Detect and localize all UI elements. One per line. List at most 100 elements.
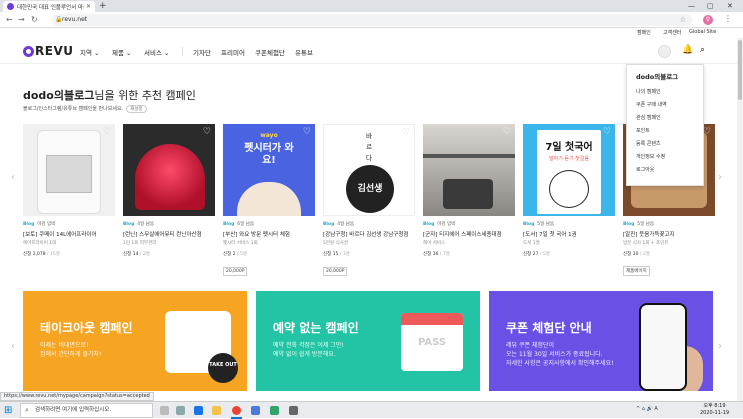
banner-prev-icon[interactable]: ‹ (11, 341, 15, 352)
heart-icon[interactable]: ♡ (703, 127, 711, 137)
search-icon[interactable]: ⌕ (700, 45, 705, 55)
tab-title: 대한민국 대표 인플루언서 마케팅... (17, 4, 84, 11)
user-avatar[interactable] (658, 45, 671, 58)
search-icon: ⌕ (25, 406, 29, 414)
menu-logout[interactable]: 로그아웃 (636, 165, 703, 178)
card-apply: 신청 2 / 5명 (223, 252, 247, 257)
edge-icon[interactable] (194, 406, 203, 415)
task-view-icon[interactable] (176, 406, 185, 415)
card-desc: 1인 1회 피부관리 (123, 241, 157, 246)
product-image: 7일 첫국어 말하기·듣기 첫걸음 ♡ (523, 124, 615, 216)
browser-tab-bar: 대한민국 대표 인플루언서 마케팅... ✕ + — ▢ ✕ (0, 0, 743, 12)
led-mask-illustration (135, 144, 205, 210)
chrome-icon[interactable] (232, 406, 241, 415)
nav-premier[interactable]: 프리미어 (221, 47, 245, 57)
bell-icon[interactable]: 🔔 (682, 45, 693, 55)
page-scrollbar-thumb[interactable] (738, 40, 742, 100)
card-apply: 신청 2,078 / 15명 (23, 252, 60, 257)
app-icon[interactable] (251, 406, 260, 415)
phone-illustration (639, 303, 687, 391)
carousel-prev-icon[interactable]: ‹ (11, 172, 15, 183)
maximize-icon[interactable]: ▢ (707, 0, 714, 12)
menu-profile-edit[interactable]: 개인정보 수정 (636, 152, 703, 165)
campaign-card[interactable]: wayo 펫시터가 와요! ♡ Blog 6일 남음 [부산] 와요 방문 펫시터… (223, 124, 315, 276)
campaign-card[interactable]: ♡ Blog 마감 임박 [보토] 쿠메이 14L에어프라이어 에어프라이어 1대… (23, 124, 115, 257)
card-desc: 헤어 서비스 (423, 241, 446, 246)
nav-coupon[interactable]: 쿠폰체험단 (255, 47, 285, 57)
windows-start-icon[interactable]: ⊞ (4, 405, 12, 416)
system-tray[interactable]: ^ ⌂ 🔊 A (636, 406, 658, 412)
file-explorer-icon[interactable] (212, 406, 221, 415)
bookmark-star-icon[interactable]: ☆ (680, 14, 686, 26)
menu-coupon-history[interactable]: 쿠폰 구매 내역 (636, 100, 703, 113)
new-tab-icon[interactable]: + (99, 0, 107, 12)
card-desc: 펫시터 서비스 1회 (223, 241, 258, 246)
card-title: [도서] 7일 첫 국어 1권 (523, 232, 577, 238)
taskbar-clock[interactable]: 오후 8:19 2020-11-19 (700, 403, 729, 417)
nav-region[interactable]: 지역 ⌄ (80, 47, 100, 57)
forward-icon[interactable]: → (18, 14, 25, 26)
app-icon[interactable] (270, 406, 279, 415)
point-tag: 제품베이지 (623, 266, 650, 276)
coupon-notice-banner[interactable]: 쿠폰 체험단 안내 레뷰 쿠폰 체험단이 오는 11월 30일 서비스가 종료됩니… (489, 291, 713, 391)
reload-icon[interactable]: ↻ (31, 14, 38, 26)
util-support-link[interactable]: 고객센터 (663, 29, 681, 36)
no-reservation-banner[interactable]: 예약 없는 캠페인 예약 전화 걱정은 이제 그만! 예약 없이 쉽게 방문해요.… (256, 291, 480, 391)
menu-my-campaign[interactable]: 나의 캠페인 (636, 87, 703, 100)
heart-icon[interactable]: ♡ (203, 127, 211, 137)
campaign-card[interactable]: 7일 첫국어 말하기·듣기 첫걸음 ♡ Blog 5일 남음 [도서] 7일 첫 … (523, 124, 615, 257)
card-desc: 에어프라이어 1대 (23, 241, 57, 246)
product-image: ♡ (23, 124, 115, 216)
card-apply: 신청 15 / 1명 (323, 252, 350, 257)
product-image: ♡ (123, 124, 215, 216)
revu-logo[interactable]: REVU (23, 44, 73, 58)
menu-contents[interactable]: 등록 콘텐츠 (636, 139, 703, 152)
banner-next-icon[interactable]: › (718, 341, 722, 352)
book-illustration: 7일 첫국어 말하기·듣기 첫걸음 (537, 130, 601, 214)
nav-product[interactable]: 제품 ⌄ (112, 47, 132, 57)
card-desc: 방문 식사 1회 + 포인트 (623, 241, 669, 246)
section-subtitle: 블로그/인스타그램/유튜브 캠페인을 만나보세요. 재설정 (23, 105, 147, 113)
product-image: wayo 펫시터가 와요! ♡ (223, 124, 315, 216)
browser-menu-icon[interactable]: ⋮ (724, 14, 732, 23)
card-title: [알진] 웃음가득꽃고지 (623, 232, 675, 238)
campaign-card[interactable]: ♡ Blog 4일 남음 [런닌] 스무살에어뮤티 런닌아산점 1인 1회 피부관… (123, 124, 215, 257)
heart-icon[interactable]: ♡ (503, 127, 511, 137)
airfryer-illustration (37, 130, 101, 214)
menu-favorites[interactable]: 관심 캠페인 (636, 113, 703, 126)
carousel-next-icon[interactable]: › (718, 172, 722, 183)
card-title: [런닌] 스무살에어뮤티 런닌아산점 (123, 232, 202, 238)
reset-chip[interactable]: 재설정 (126, 105, 147, 113)
minimize-icon[interactable]: — (688, 0, 695, 12)
heart-icon[interactable]: ♡ (402, 128, 410, 138)
card-desc: 5만원 식사권 (323, 241, 348, 246)
nav-reporters[interactable]: 기자단 (193, 47, 211, 57)
app-icon[interactable] (289, 406, 298, 415)
takeout-badge: TAKE OUT (208, 353, 238, 383)
util-campaign-link[interactable]: 캠페인 (637, 29, 651, 36)
heart-icon[interactable]: ♡ (603, 127, 611, 137)
util-global-link[interactable]: Global Site (689, 29, 716, 35)
windows-taskbar: ⊞ ⌕ 검색하려면 여기에 입력하십시오. ^ ⌂ 🔊 A 오후 8:19 20… (0, 401, 743, 419)
nav-youtube[interactable]: 유튜브 (295, 47, 313, 57)
dropdown-username: dodo의블로그 (636, 73, 679, 81)
close-window-icon[interactable]: ✕ (727, 0, 733, 12)
takeout-banner[interactable]: 테이크아웃 캠페인 이제는 비대면으로! 집에서 간단하게 즐기자! TAKE O… (23, 291, 247, 391)
back-icon[interactable]: ← (6, 14, 13, 26)
menu-points[interactable]: 포인트 (636, 126, 703, 139)
nav-service[interactable]: 서비스 ⌄ (144, 47, 169, 57)
browser-toolbar: ← → ↻ 🔒 revu.net ☆ ♀ ⋮ (0, 12, 743, 28)
revu-favicon-icon (7, 3, 14, 10)
heart-icon[interactable]: ♡ (303, 127, 311, 137)
heart-icon[interactable]: ♡ (103, 127, 111, 137)
browser-tab[interactable]: 대한민국 대표 인플루언서 마케팅... ✕ (3, 1, 95, 12)
logo-mark-icon (23, 45, 34, 57)
campaign-card[interactable]: 바르다 김선생 ♡ Blog 4일 남음 [강남구청] 바르다 김선생 강남구청점… (323, 124, 415, 276)
status-url-tooltip: https://www.revu.net/mypage/campaign?sta… (0, 392, 154, 401)
taskbar-search-input[interactable]: ⌕ 검색하려면 여기에 입력하십시오. (20, 403, 153, 418)
profile-avatar[interactable]: ♀ (703, 15, 713, 25)
close-tab-icon[interactable]: ✕ (86, 3, 91, 10)
address-bar[interactable]: 🔒 revu.net ☆ (52, 14, 692, 26)
cortana-icon[interactable] (160, 406, 169, 415)
campaign-card[interactable]: ♡ Blog 마감 임박 [군자] 티지헤어 스페이스세종대점 헤어 서비스 신청… (423, 124, 515, 257)
